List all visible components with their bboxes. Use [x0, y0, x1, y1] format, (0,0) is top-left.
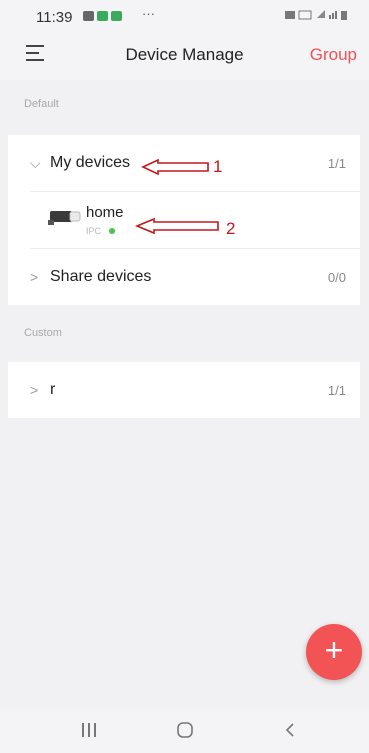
annotation-arrow-2	[134, 217, 219, 235]
add-device-button[interactable]: +	[306, 624, 362, 680]
home-icon[interactable]	[176, 722, 194, 738]
plus-icon: +	[324, 632, 344, 668]
back-icon[interactable]	[282, 722, 298, 738]
recent-apps-icon[interactable]	[80, 722, 98, 738]
annotation-arrow-1	[141, 158, 209, 176]
annotation-number-1: 1	[213, 157, 223, 176]
annotation-number-2: 2	[226, 219, 236, 238]
system-navigation-bar	[0, 710, 369, 753]
